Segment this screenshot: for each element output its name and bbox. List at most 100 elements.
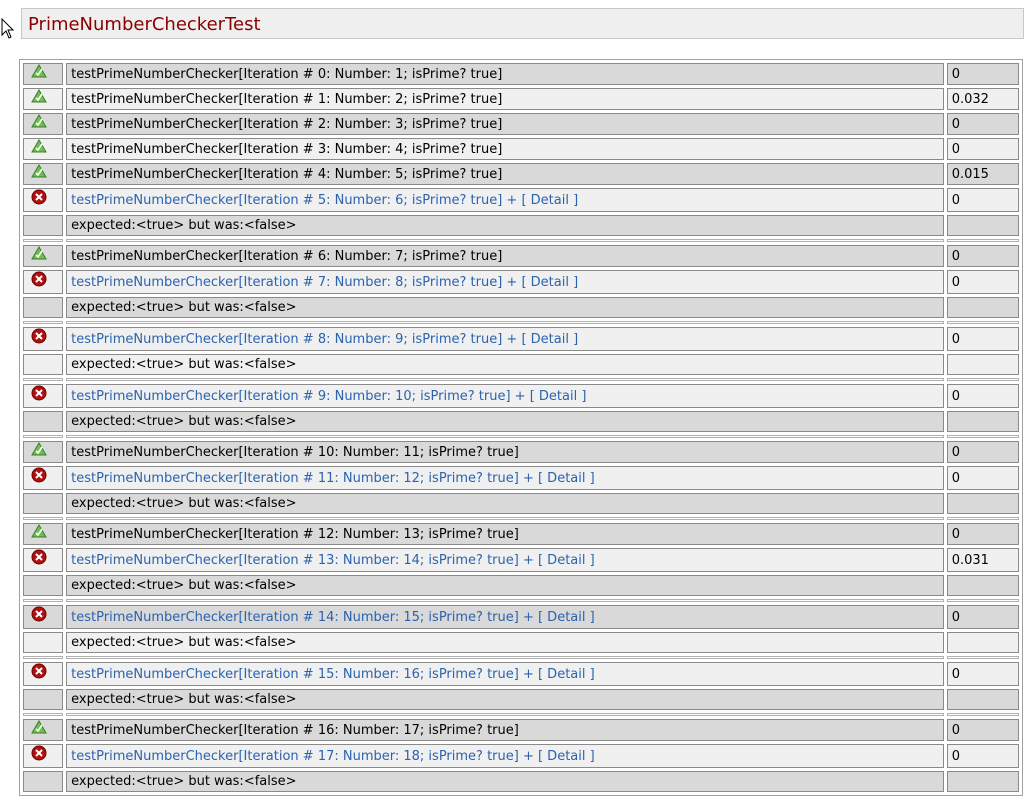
suite-title: PrimeNumberCheckerTest xyxy=(28,14,261,35)
failure-message-row: expected:<true> but was:<false> xyxy=(23,493,1019,514)
duration-cell: 0 xyxy=(946,466,1019,490)
duration-cell xyxy=(946,493,1019,514)
test-name-cell: expected:<true> but was:<false> xyxy=(66,771,944,792)
test-row: testPrimeNumberChecker[Iteration # 12: N… xyxy=(23,523,1019,545)
failure-message: expected:<true> but was:<false> xyxy=(71,414,297,429)
separator-cell xyxy=(66,378,944,381)
test-duration: 0.032 xyxy=(951,91,989,107)
test-row: testPrimeNumberChecker[Iteration # 15: N… xyxy=(23,662,1019,686)
separator-cell xyxy=(66,517,944,520)
status-cell xyxy=(23,523,64,545)
pass-icon xyxy=(31,442,47,462)
status-cell xyxy=(23,113,64,135)
failed-test-detail-link[interactable]: testPrimeNumberChecker[Iteration # 5: Nu… xyxy=(71,193,578,208)
failed-test-detail-link[interactable]: testPrimeNumberChecker[Iteration # 15: N… xyxy=(71,667,595,682)
pass-icon xyxy=(31,720,47,740)
pass-icon xyxy=(31,246,47,266)
test-name-cell: testPrimeNumberChecker[Iteration # 0: Nu… xyxy=(66,63,944,85)
duration-cell: 0 xyxy=(946,270,1019,294)
test-duration: 0 xyxy=(951,116,960,132)
test-name-cell: expected:<true> but was:<false> xyxy=(66,575,944,596)
duration-cell xyxy=(946,411,1019,432)
failed-test-detail-link[interactable]: testPrimeNumberChecker[Iteration # 13: N… xyxy=(71,553,595,568)
separator-cell xyxy=(946,656,1019,659)
failed-test-detail-link[interactable]: testPrimeNumberChecker[Iteration # 7: Nu… xyxy=(71,275,578,290)
status-cell xyxy=(23,354,64,375)
pass-icon xyxy=(31,89,47,109)
test-row: testPrimeNumberChecker[Iteration # 7: Nu… xyxy=(23,270,1019,294)
test-duration: 0 xyxy=(951,141,960,157)
failed-test-detail-link[interactable]: testPrimeNumberChecker[Iteration # 17: N… xyxy=(71,749,595,764)
failed-test-detail-link[interactable]: testPrimeNumberChecker[Iteration # 11: N… xyxy=(71,471,595,486)
separator-cell xyxy=(66,321,944,324)
failure-message-row: expected:<true> but was:<false> xyxy=(23,575,1019,596)
duration-cell: 0 xyxy=(946,523,1019,545)
test-duration: 0 xyxy=(951,748,960,764)
test-name-cell: expected:<true> but was:<false> xyxy=(66,689,944,710)
duration-cell: 0 xyxy=(946,188,1019,212)
test-name-cell: testPrimeNumberChecker[Iteration # 8: Nu… xyxy=(66,327,944,351)
fail-icon xyxy=(31,606,47,628)
row-separator xyxy=(23,378,1019,381)
failure-message-row: expected:<true> but was:<false> xyxy=(23,689,1019,710)
separator-cell xyxy=(23,378,64,381)
duration-cell xyxy=(946,632,1019,653)
test-row: testPrimeNumberChecker[Iteration # 6: Nu… xyxy=(23,245,1019,267)
fail-icon xyxy=(31,328,47,350)
test-row: testPrimeNumberChecker[Iteration # 5: Nu… xyxy=(23,188,1019,212)
failure-message: expected:<true> but was:<false> xyxy=(71,578,297,593)
test-duration: 0 xyxy=(951,248,960,264)
status-cell xyxy=(23,215,64,236)
test-duration: 0 xyxy=(951,192,960,208)
duration-cell: 0.015 xyxy=(946,163,1019,185)
separator-cell xyxy=(66,239,944,242)
status-cell xyxy=(23,441,64,463)
duration-cell xyxy=(946,689,1019,710)
test-name: testPrimeNumberChecker[Iteration # 0: Nu… xyxy=(71,66,503,82)
separator-cell xyxy=(23,656,64,659)
test-name-cell: testPrimeNumberChecker[Iteration # 9: Nu… xyxy=(66,384,944,408)
status-cell xyxy=(23,719,64,741)
separator-cell xyxy=(23,435,64,438)
failed-test-detail-link[interactable]: testPrimeNumberChecker[Iteration # 9: Nu… xyxy=(71,389,586,404)
failed-test-detail-link[interactable]: testPrimeNumberChecker[Iteration # 14: N… xyxy=(71,610,595,625)
test-name-cell: testPrimeNumberChecker[Iteration # 11: N… xyxy=(66,466,944,490)
test-row: testPrimeNumberChecker[Iteration # 14: N… xyxy=(23,605,1019,629)
row-separator xyxy=(23,517,1019,520)
row-separator xyxy=(23,239,1019,242)
test-name-cell: expected:<true> but was:<false> xyxy=(66,411,944,432)
pass-icon xyxy=(31,114,47,134)
test-name: testPrimeNumberChecker[Iteration # 16: N… xyxy=(71,722,519,738)
duration-cell: 0 xyxy=(946,327,1019,351)
status-cell xyxy=(23,327,64,351)
failure-message-row: expected:<true> but was:<false> xyxy=(23,354,1019,375)
status-cell xyxy=(23,575,64,596)
failed-test-detail-link[interactable]: testPrimeNumberChecker[Iteration # 8: Nu… xyxy=(71,332,578,347)
duration-cell xyxy=(946,297,1019,318)
failure-message: expected:<true> but was:<false> xyxy=(71,357,297,372)
test-duration: 0 xyxy=(951,331,960,347)
test-row: testPrimeNumberChecker[Iteration # 13: N… xyxy=(23,548,1019,572)
separator-cell xyxy=(946,435,1019,438)
test-row: testPrimeNumberChecker[Iteration # 17: N… xyxy=(23,744,1019,768)
failure-message-row: expected:<true> but was:<false> xyxy=(23,297,1019,318)
test-row: testPrimeNumberChecker[Iteration # 8: Nu… xyxy=(23,327,1019,351)
duration-cell xyxy=(946,354,1019,375)
test-name-cell: expected:<true> but was:<false> xyxy=(66,297,944,318)
test-name-cell: expected:<true> but was:<false> xyxy=(66,632,944,653)
test-name: testPrimeNumberChecker[Iteration # 3: Nu… xyxy=(71,141,503,157)
failure-message-row: expected:<true> but was:<false> xyxy=(23,215,1019,236)
test-row: testPrimeNumberChecker[Iteration # 0: Nu… xyxy=(23,63,1019,85)
duration-cell: 0 xyxy=(946,113,1019,135)
separator-cell xyxy=(66,713,944,716)
separator-cell xyxy=(946,378,1019,381)
duration-cell: 0 xyxy=(946,441,1019,463)
duration-cell: 0 xyxy=(946,384,1019,408)
failure-message: expected:<true> but was:<false> xyxy=(71,496,297,511)
status-cell xyxy=(23,384,64,408)
row-separator xyxy=(23,713,1019,716)
separator-cell xyxy=(23,321,64,324)
test-name-cell: testPrimeNumberChecker[Iteration # 10: N… xyxy=(66,441,944,463)
status-cell xyxy=(23,88,64,110)
fail-icon xyxy=(31,271,47,293)
